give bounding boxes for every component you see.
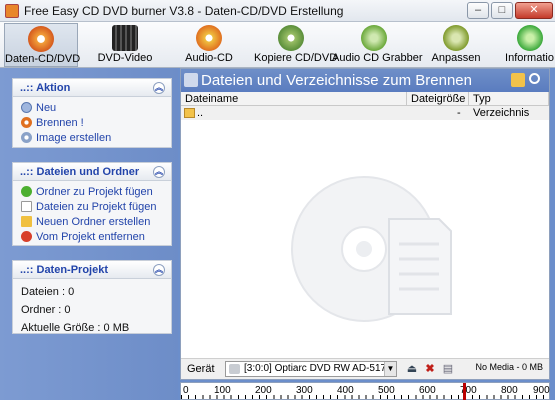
burn-icon bbox=[21, 117, 32, 128]
disc-watermark-icon bbox=[291, 176, 452, 322]
action-remove[interactable]: Vom Projekt entfernen bbox=[21, 230, 171, 245]
media-status: No Media - 0 MB bbox=[475, 362, 543, 372]
stat-dateien: Dateien : 0 bbox=[21, 286, 75, 298]
toolbar-button-label: Kopiere CD/DVD bbox=[254, 52, 338, 64]
app-icon bbox=[5, 4, 19, 18]
file-name: .. bbox=[197, 107, 204, 119]
file-panel-header: Dateien und Verzeichnisse zum Brennen bbox=[181, 69, 549, 92]
action-add-folder[interactable]: Ordner zu Projekt fügen bbox=[21, 185, 171, 200]
toolbar-button-info[interactable]: Informatio bbox=[504, 23, 555, 67]
gear-icon bbox=[443, 25, 469, 51]
group-projekt: ..:: Daten-Projekt ︽ Dateien : 0 Ordner … bbox=[12, 260, 172, 334]
group-header[interactable]: ..:: Aktion ︽ bbox=[13, 79, 171, 97]
stat-ordner: Ordner : 0 bbox=[21, 304, 71, 316]
action-image[interactable]: Image erstellen bbox=[21, 131, 171, 146]
action-add-files[interactable]: Dateien zu Projekt fügen bbox=[21, 200, 171, 215]
task-pane: ..:: Aktion ︽ Neu Brennen ! Image erstel… bbox=[0, 68, 178, 400]
device-bar: Gerät [3:0:0] Optiarc DVD RW AD-5170A ( … bbox=[181, 358, 549, 379]
group-title: ..:: Daten-Projekt bbox=[20, 264, 109, 276]
panel-icon bbox=[184, 73, 198, 87]
file-panel-title: Dateien und Verzeichnisse zum Brennen bbox=[201, 72, 472, 89]
music-note-icon bbox=[361, 25, 387, 51]
new-icon bbox=[21, 102, 32, 113]
file-type: Verzeichnis bbox=[473, 107, 530, 119]
maximize-button[interactable]: □ bbox=[491, 2, 513, 19]
audio-disc-icon bbox=[196, 25, 222, 51]
group-aktion: ..:: Aktion ︽ Neu Brennen ! Image erstel… bbox=[12, 78, 172, 148]
file-size: - bbox=[457, 107, 461, 119]
disc-info-icon[interactable]: ▤ bbox=[441, 362, 455, 376]
add-folder-icon bbox=[21, 186, 32, 197]
toolbar-button-label: Informatio bbox=[505, 52, 554, 64]
capacity-marker bbox=[463, 383, 466, 400]
action-label: Dateien zu Projekt fügen bbox=[36, 201, 157, 213]
folder-up-icon bbox=[184, 108, 195, 118]
erase-icon[interactable]: ✖ bbox=[423, 362, 437, 376]
search-icon[interactable] bbox=[529, 73, 540, 84]
data-disc-icon bbox=[28, 26, 54, 52]
capacity-ruler: 0 100 200 300 400 500 600 700 800 900 bbox=[180, 382, 550, 400]
column-dateiname[interactable]: Dateiname bbox=[181, 92, 407, 106]
action-label: Neu bbox=[36, 102, 57, 114]
column-dateigroesse[interactable]: Dateigröße bbox=[407, 92, 469, 106]
window-title: Free Easy CD DVD burner V3.8 - Daten-CD/… bbox=[24, 4, 344, 18]
open-folder-icon[interactable] bbox=[511, 73, 525, 87]
device-selected-value: [3:0:0] Optiarc DVD RW AD-5170A ( bbox=[244, 363, 397, 374]
chevron-down-icon[interactable]: ▼ bbox=[384, 362, 396, 376]
help-icon bbox=[516, 25, 543, 51]
collapse-icon[interactable]: ︽ bbox=[153, 264, 165, 276]
device-label: Gerät bbox=[187, 363, 215, 375]
new-folder-icon bbox=[21, 216, 32, 227]
toolbar-button-label: DVD-Video bbox=[97, 52, 153, 64]
toolbar-button-label: Anpassen bbox=[431, 52, 481, 64]
action-new-folder[interactable]: Neuen Ordner erstellen bbox=[21, 215, 171, 230]
action-label: Brennen ! bbox=[36, 117, 84, 129]
toolbar-button-dvd-video[interactable]: DVD-Video bbox=[92, 23, 158, 67]
eject-icon[interactable]: ⏏ bbox=[405, 362, 419, 376]
toolbar-button-label: Audio CD Grabber bbox=[332, 52, 423, 64]
remove-icon bbox=[21, 231, 32, 242]
action-brennen[interactable]: Brennen ! bbox=[21, 116, 171, 131]
group-header[interactable]: ..:: Daten-Projekt ︽ bbox=[13, 261, 171, 279]
group-title: ..:: Aktion bbox=[20, 82, 71, 94]
action-label: Ordner zu Projekt fügen bbox=[36, 186, 153, 198]
group-title: ..:: Dateien und Ordner bbox=[20, 166, 140, 178]
toolbar-button-data-cd[interactable]: Daten-CD/DVD bbox=[4, 23, 81, 67]
stat-groesse: Aktuelle Größe : 0 MB bbox=[21, 322, 130, 334]
toolbar-button-anpassen[interactable]: Anpassen bbox=[430, 23, 482, 67]
minimize-button[interactable]: – bbox=[467, 2, 489, 19]
toolbar-button-label: Daten-CD/DVD bbox=[5, 53, 81, 65]
file-panel: Dateien und Verzeichnisse zum Brennen Da… bbox=[180, 68, 550, 380]
list-item[interactable]: .. - Verzeichnis bbox=[181, 106, 549, 120]
ruler-scale bbox=[181, 395, 549, 399]
action-neu[interactable]: Neu bbox=[21, 101, 171, 116]
film-icon bbox=[112, 25, 138, 51]
column-typ[interactable]: Typ bbox=[469, 92, 549, 106]
action-label: Image erstellen bbox=[36, 132, 112, 144]
image-icon bbox=[21, 132, 32, 143]
title-bar: Free Easy CD DVD burner V3.8 - Daten-CD/… bbox=[0, 0, 555, 22]
column-header-row: Dateiname Dateigröße Typ bbox=[181, 92, 549, 106]
device-select[interactable]: [3:0:0] Optiarc DVD RW AD-5170A ( ▼ bbox=[225, 361, 397, 377]
group-dateien: ..:: Dateien und Ordner ︽ Ordner zu Proj… bbox=[12, 162, 172, 246]
toolbar-button-audio-grabber[interactable]: Audio CD Grabber bbox=[332, 23, 423, 67]
drive-icon bbox=[229, 364, 240, 374]
collapse-icon[interactable]: ︽ bbox=[153, 82, 165, 94]
add-file-icon bbox=[21, 201, 32, 212]
toolbar-button-copy[interactable]: Kopiere CD/DVD bbox=[254, 23, 338, 67]
collapse-icon[interactable]: ︽ bbox=[153, 166, 165, 178]
copy-disc-icon bbox=[278, 25, 304, 51]
toolbar-button-label: Audio-CD bbox=[185, 52, 233, 64]
toolbar-button-audio-cd[interactable]: Audio-CD bbox=[178, 23, 240, 67]
toolbar: Daten-CD/DVD DVD-Video Audio-CD Kopiere … bbox=[0, 22, 555, 68]
group-header[interactable]: ..:: Dateien und Ordner ︽ bbox=[13, 163, 171, 181]
action-label: Vom Projekt entfernen bbox=[36, 231, 145, 243]
action-label: Neuen Ordner erstellen bbox=[36, 216, 151, 228]
close-button[interactable]: ✕ bbox=[515, 2, 553, 19]
